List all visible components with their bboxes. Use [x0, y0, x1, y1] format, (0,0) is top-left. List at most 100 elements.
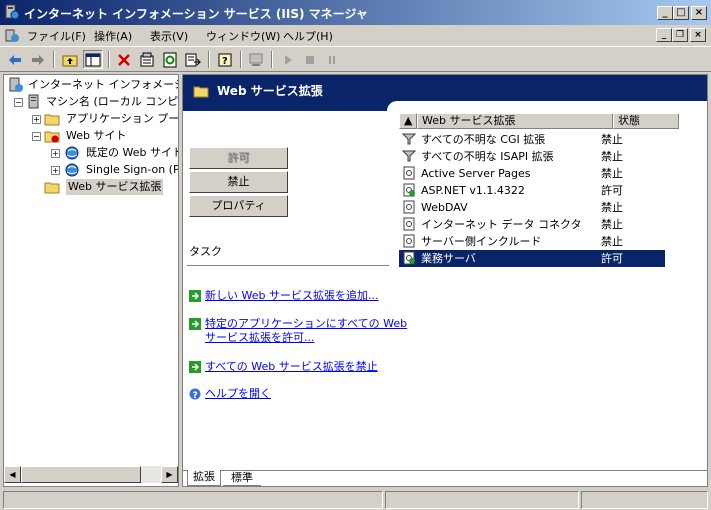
- folder-icon: [44, 179, 60, 195]
- tree-expand-toggle[interactable]: +: [32, 115, 41, 124]
- allow-button[interactable]: 許可: [189, 147, 288, 169]
- up-one-level-button[interactable]: [60, 50, 80, 69]
- menu-view[interactable]: 表示(V): [150, 28, 188, 44]
- column-header-name[interactable]: Web サービス拡張: [417, 113, 613, 129]
- open-help-link[interactable]: ヘルプを開く: [205, 387, 271, 401]
- scroll-thumb[interactable]: [21, 466, 141, 483]
- delete-x-icon: [118, 53, 130, 66]
- list-item[interactable]: WebDAV 禁止: [399, 199, 665, 216]
- extension-state: 禁止: [601, 133, 623, 146]
- list-item[interactable]: サーバー側インクルード 禁止: [399, 233, 665, 250]
- folder-icon: [44, 111, 60, 127]
- forward-button[interactable]: [28, 50, 48, 69]
- status-bar: [0, 489, 711, 510]
- scroll-right-button[interactable]: ▶: [161, 466, 178, 483]
- menu-file[interactable]: ファイル(F): [27, 28, 86, 44]
- refresh-button[interactable]: [160, 50, 180, 69]
- mdi-close-button[interactable]: ×: [690, 28, 706, 42]
- toolbar: ?: [0, 46, 711, 72]
- toolbar-separator: [108, 51, 110, 68]
- extension-state: 禁止: [601, 167, 623, 180]
- allow-all-link-line1[interactable]: 特定のアプリケーションにすべての Web: [205, 317, 407, 331]
- prohibit-all-link[interactable]: すべての Web サービス拡張を禁止: [205, 360, 378, 374]
- extension-name: Active Server Pages: [421, 167, 531, 180]
- tree-label: 既定の Web サイト: [86, 146, 179, 159]
- allow-all-link-line2[interactable]: サービス拡張を許可...: [205, 331, 315, 345]
- pause-icon: [329, 55, 335, 64]
- delete-button[interactable]: [114, 50, 134, 69]
- status-panel: [385, 491, 579, 509]
- properties-button[interactable]: [137, 50, 157, 69]
- arrow-left-icon: [9, 54, 21, 65]
- menu-action[interactable]: 操作(A): [94, 28, 132, 44]
- sort-arrow-icon[interactable]: ▲: [399, 113, 417, 129]
- show-hide-tree-button[interactable]: [83, 50, 103, 69]
- mdi-minimize-button[interactable]: _: [656, 28, 672, 42]
- pause-button[interactable]: [322, 50, 342, 69]
- column-header-state[interactable]: 状態: [613, 113, 679, 129]
- toolbar-separator: [53, 51, 55, 68]
- scroll-left-button[interactable]: ◀: [4, 466, 21, 483]
- tab-extended[interactable]: 拡張: [187, 470, 221, 486]
- task-arrow-icon: [189, 361, 201, 373]
- arrow-right-icon: [32, 54, 44, 65]
- mdi-restore-button[interactable]: ❐: [672, 28, 688, 42]
- extension-name: サーバー側インクルード: [421, 235, 542, 248]
- list-item[interactable]: 業務サーバ 許可: [399, 250, 665, 267]
- help-button[interactable]: ?: [215, 50, 235, 69]
- pane-header: Web サービス拡張: [183, 75, 707, 111]
- close-button[interactable]: ×: [691, 6, 707, 20]
- extension-icon: [402, 166, 416, 180]
- tree-expand-toggle[interactable]: +: [51, 149, 60, 158]
- status-panel: [3, 491, 383, 509]
- status-panel: [581, 491, 708, 509]
- properties-icon: [140, 52, 154, 66]
- minimize-button[interactable]: _: [657, 6, 673, 20]
- mdi-document-icon[interactable]: [4, 28, 20, 44]
- list-item[interactable]: Active Server Pages 禁止: [399, 165, 665, 182]
- console-tree-icon: [85, 53, 101, 66]
- prohibit-button[interactable]: 禁止: [189, 171, 288, 193]
- extension-state: 禁止: [601, 218, 623, 231]
- extension-name: ASP.NET v1.1.4322: [421, 184, 525, 197]
- toolbar-separator: [271, 51, 273, 68]
- folder-stopped-icon: [44, 128, 60, 144]
- iis-manager-icon: [8, 77, 24, 93]
- tree-collapse-toggle[interactable]: −: [32, 132, 41, 141]
- tree-label: Web サービス拡張: [66, 179, 164, 195]
- stop-button[interactable]: [300, 50, 320, 69]
- extension-state: 禁止: [601, 150, 623, 163]
- tree-horizontal-scrollbar[interactable]: ◀ ▶: [4, 466, 178, 483]
- tree-expand-toggle[interactable]: +: [51, 166, 60, 175]
- maximize-button[interactable]: □: [673, 6, 689, 20]
- title-bar[interactable]: インターネット インフォメーション サービス (IIS) マネージャ _ □ ×: [0, 0, 711, 25]
- tasks-label: タスク: [189, 245, 222, 258]
- tab-standard[interactable]: 標準: [223, 471, 261, 486]
- extension-state: 許可: [601, 252, 623, 265]
- list-item[interactable]: すべての不明な CGI 拡張 禁止: [399, 131, 665, 148]
- details-pane: Web サービス拡張 許可 禁止 プロパティ タスク 新しい Web サービス拡…: [182, 74, 708, 487]
- toolbar-separator: [208, 51, 210, 68]
- extension-allowed-icon: [402, 183, 416, 197]
- filter-icon: [401, 149, 417, 163]
- play-icon: [285, 54, 292, 65]
- start-button[interactable]: [278, 50, 298, 69]
- tree-collapse-toggle[interactable]: −: [14, 98, 23, 107]
- task-arrow-icon: [189, 290, 201, 302]
- back-button[interactable]: [5, 50, 25, 69]
- tree-label: Web サイト: [66, 129, 127, 142]
- list-item[interactable]: すべての不明な ISAPI 拡張 禁止: [399, 148, 665, 165]
- computer-icon: [249, 53, 263, 66]
- list-item[interactable]: インターネット データ コネクタ 禁止: [399, 216, 665, 233]
- menu-window[interactable]: ウィンドウ(W): [206, 28, 280, 44]
- menu-help[interactable]: ヘルプ(H): [283, 28, 333, 44]
- computer-button[interactable]: [246, 50, 266, 69]
- help-circle-icon: ?: [189, 388, 201, 401]
- properties-button[interactable]: プロパティ: [189, 195, 288, 217]
- list-item[interactable]: ASP.NET v1.1.4322 許可: [399, 182, 665, 199]
- add-extension-link[interactable]: 新しい Web サービス拡張を追加...: [205, 289, 378, 303]
- console-tree: インターネット インフォメーション − マシン名 (ローカル コンピ + アプリ…: [3, 74, 179, 487]
- server-icon: [26, 94, 42, 110]
- extension-allowed-icon: [402, 251, 416, 265]
- export-list-button[interactable]: [183, 50, 203, 69]
